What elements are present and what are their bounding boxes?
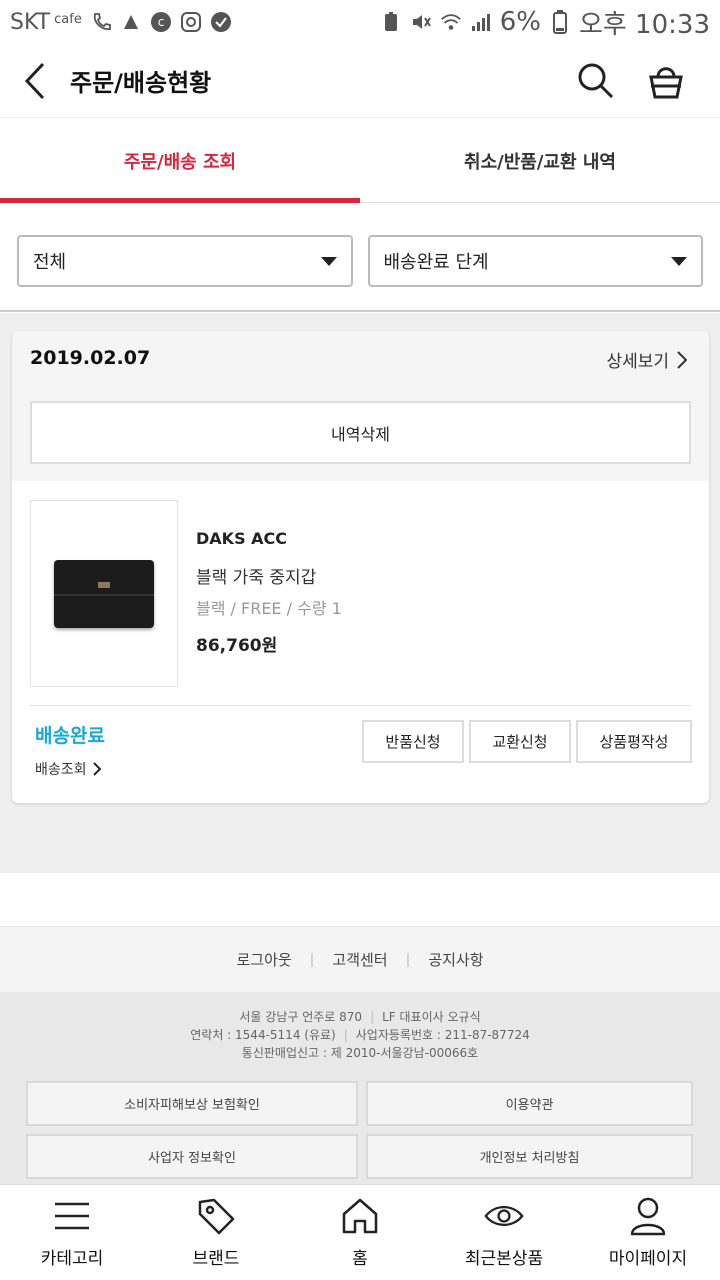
copyright-icon: c [150, 11, 172, 33]
write-review-button[interactable]: 상품평작성 [576, 720, 692, 763]
period-select-value: 전체 [33, 252, 67, 273]
divider: | [405, 951, 411, 968]
caret-down-icon [671, 256, 687, 266]
exchange-request-button[interactable]: 교환신청 [469, 720, 571, 763]
footer-links: 로그아웃 | 고객센터 | 공지사항 [0, 926, 720, 992]
nav-mypage-label: 마이페이지 [608, 1249, 688, 1269]
search-button[interactable] [576, 61, 616, 101]
battery-saver-icon [380, 11, 402, 33]
page-title: 주문/배송현황 [70, 69, 212, 97]
filter-bar: 전체 배송완료 단계 [0, 204, 720, 312]
call-icon [90, 11, 112, 33]
wifi-icon [440, 11, 462, 33]
privacy-policy-button[interactable]: 개인정보 처리방침 [366, 1134, 693, 1179]
check-circle-icon [210, 11, 232, 33]
basket-button[interactable] [646, 61, 686, 101]
battery-percent: 6% [499, 7, 541, 37]
battery-icon [549, 10, 571, 34]
tab-cancel-return-exchange[interactable]: 취소/반품/교환 내역 [360, 119, 720, 202]
nav-brand[interactable]: 브랜드 [144, 1185, 288, 1280]
tag-icon [196, 1196, 236, 1236]
bottom-navigation: 카테고리 브랜드 홈 최근본상품 마이페이지 [0, 1184, 720, 1280]
stage-select-value: 배송완료 단계 [383, 252, 489, 273]
notice-link[interactable]: 공지사항 [428, 949, 483, 970]
company-contact: 연락처 : 1544-5114 (유료) [190, 1028, 336, 1042]
business-info-button[interactable]: 사업자 정보확인 [26, 1134, 358, 1179]
company-address: 서울 강남구 언주로 870 [239, 1010, 363, 1024]
nav-category-label: 카테고리 [40, 1249, 104, 1269]
nav-home-label: 홈 [352, 1249, 368, 1269]
order-actions: 반품신청 교환신청 상품평작성 [362, 720, 692, 763]
track-delivery-label: 배송조회 [35, 762, 87, 778]
back-icon [24, 62, 45, 99]
mute-icon [410, 11, 432, 33]
nav-recently-viewed-label: 최근본상품 [464, 1249, 544, 1269]
carrier-label: SKT [10, 9, 51, 35]
product-brand: DAKS ACC [196, 529, 288, 548]
stage-select[interactable]: 배송완료 단계 [367, 235, 703, 287]
order-tabs: 주문/배송 조회 취소/반품/교환 내역 [0, 119, 720, 203]
order-date: 2019.02.07 [30, 347, 151, 369]
eye-icon [484, 1196, 524, 1236]
menu-icon [52, 1196, 92, 1236]
person-icon [628, 1196, 668, 1236]
svg-text:c: c [158, 15, 165, 29]
track-delivery-link[interactable]: 배송조회 [35, 759, 101, 779]
delivery-status: 배송완료 [35, 725, 105, 747]
back-button[interactable] [0, 44, 70, 118]
company-ecommerce-license: 통신판매업신고 : 제 2010-서울강남-00066호 [241, 1046, 479, 1060]
company-registration: 사업자등록번호 : 211-87-87724 [355, 1028, 530, 1042]
wallet-image [54, 559, 154, 628]
caret-down-icon [320, 256, 337, 266]
nav-mypage[interactable]: 마이페이지 [576, 1185, 720, 1280]
carrier-badge: cafe [54, 11, 82, 27]
product-name[interactable]: 블랙 가죽 중지갑 [196, 563, 316, 588]
chevron-right-icon [92, 762, 101, 776]
app-notification-icon [120, 11, 142, 33]
insurance-check-button[interactable]: 소비자피해보상 보험확인 [26, 1081, 358, 1126]
clock: 오후 10:33 [578, 9, 710, 40]
nav-home[interactable]: 홈 [288, 1185, 432, 1280]
search-icon [578, 63, 614, 98]
terms-button[interactable]: 이용약관 [366, 1081, 693, 1126]
app-header: 주문/배송현황 [0, 44, 720, 118]
company-info: 서울 강남구 언주로 870 | LF 대표이사 오규식 연락처 : 1544-51… [190, 1010, 530, 1060]
divider [30, 705, 691, 706]
return-request-button[interactable]: 반품신청 [362, 720, 464, 763]
period-select[interactable]: 전체 [17, 235, 353, 287]
basket-icon [649, 66, 683, 98]
order-detail-label: 상세보기 [606, 352, 669, 372]
status-bar: SKT cafe c 6% 오후 10:33 [0, 0, 720, 44]
order-detail-link[interactable]: 상세보기 [606, 347, 687, 372]
company-info-section: 서울 강남구 언주로 870 | LF 대표이사 오규식 연락처 : 1544-51… [0, 992, 720, 1186]
chevron-right-icon [677, 350, 687, 369]
tab-order-delivery[interactable]: 주문/배송 조회 [0, 119, 360, 203]
signal-icon [470, 11, 492, 33]
nav-brand-label: 브랜드 [192, 1249, 240, 1269]
product-image[interactable] [30, 500, 178, 687]
product-options: 블랙 / FREE / 수량 1 [196, 599, 342, 618]
divider: | [309, 951, 315, 968]
nav-recently-viewed[interactable]: 최근본상품 [432, 1185, 576, 1280]
company-ceo: LF 대표이사 오규식 [382, 1010, 481, 1024]
order-card: 2019.02.07 상세보기 내역삭제 DAKS ACC 블랙 가죽 중지갑 … [12, 331, 709, 803]
nav-category[interactable]: 카테고리 [0, 1185, 144, 1280]
product-price: 86,760원 [196, 636, 278, 656]
customer-center-link[interactable]: 고객센터 [332, 949, 387, 970]
logout-link[interactable]: 로그아웃 [236, 949, 291, 970]
delete-history-button[interactable]: 내역삭제 [30, 401, 691, 464]
home-icon [340, 1196, 380, 1236]
instagram-icon [180, 11, 202, 33]
